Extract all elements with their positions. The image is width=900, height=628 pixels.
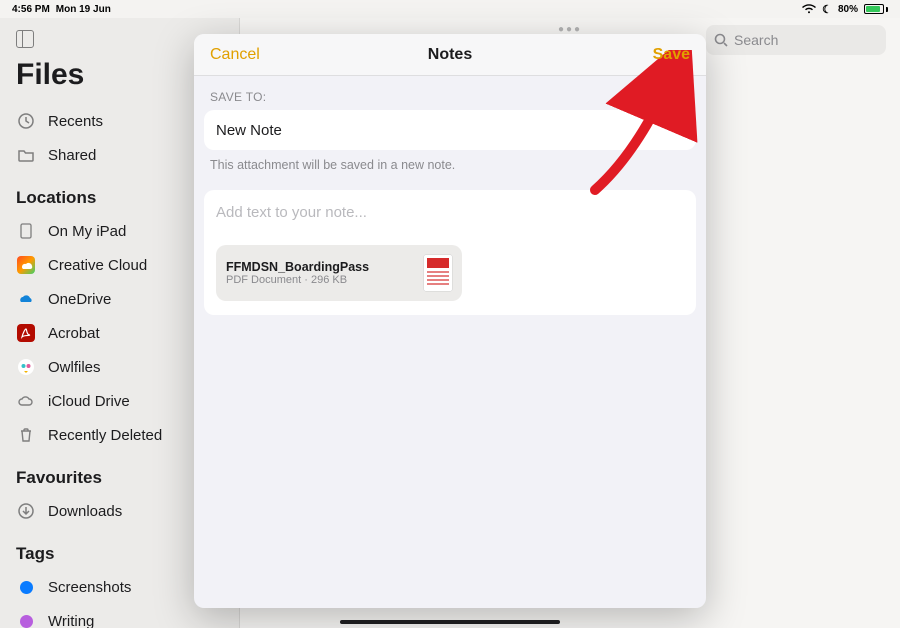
save-to-row[interactable]: New Note › <box>204 110 696 150</box>
battery-icon <box>864 4 888 14</box>
attachment-chip[interactable]: FFMDSN_BoardingPass PDF Document · 296 K… <box>216 245 462 301</box>
sidebar-item-label: Screenshots <box>48 579 131 596</box>
icloud-icon <box>16 391 36 411</box>
battery-pct: 80% <box>838 4 858 15</box>
attachment-subtitle: PDF Document · 296 KB <box>226 274 414 286</box>
download-icon <box>16 501 36 521</box>
sidebar-item-label: Downloads <box>48 503 122 520</box>
wifi-icon <box>802 4 816 14</box>
acrobat-icon <box>16 323 36 343</box>
clock-icon <box>16 111 36 131</box>
sidebar-item-label: OneDrive <box>48 291 111 308</box>
sidebar-item-label: iCloud Drive <box>48 393 130 410</box>
save-hint: This attachment will be saved in a new n… <box>204 150 696 172</box>
folder-person-icon <box>16 145 36 165</box>
search-icon <box>714 33 728 47</box>
cancel-button[interactable]: Cancel <box>210 46 260 64</box>
sidebar-item-label: Recently Deleted <box>48 427 162 444</box>
status-time: 4:56 PM <box>12 4 50 15</box>
onedrive-icon <box>16 289 36 309</box>
do-not-disturb-icon: ☾ <box>822 3 832 16</box>
save-button[interactable]: Save <box>653 46 690 64</box>
search-placeholder: Search <box>734 32 778 48</box>
sidebar-item-label: Shared <box>48 147 96 164</box>
note-text-input[interactable] <box>216 204 684 226</box>
modal-title: Notes <box>194 46 706 64</box>
modal-header: Cancel Notes Save <box>194 34 706 76</box>
status-date: Mon 19 Jun <box>56 4 111 15</box>
toggle-sidebar-icon[interactable] <box>16 30 34 48</box>
sidebar-item-label: Writing <box>48 613 94 628</box>
sidebar-item-label: Recents <box>48 113 103 130</box>
tag-dot-icon <box>20 581 33 594</box>
sidebar-item-label: On My iPad <box>48 223 126 240</box>
status-bar: 4:56 PM Mon 19 Jun ☾ 80% <box>0 0 900 18</box>
home-indicator[interactable] <box>340 620 560 624</box>
sidebar-item-label: Creative Cloud <box>48 257 147 274</box>
sidebar-item-label: Owlfiles <box>48 359 101 376</box>
chevron-right-icon: › <box>678 120 684 141</box>
trash-icon <box>16 425 36 445</box>
attachment-filename: FFMDSN_BoardingPass <box>226 260 414 274</box>
attachment-thumbnail <box>424 255 452 291</box>
owlfiles-icon <box>16 357 36 377</box>
search-field[interactable]: Search <box>706 25 886 55</box>
tag-dot-icon <box>20 615 33 628</box>
creative-cloud-icon <box>16 255 36 275</box>
ipad-icon <box>16 221 36 241</box>
save-to-label: SAVE TO: <box>204 90 696 110</box>
note-compose-card: FFMDSN_BoardingPass PDF Document · 296 K… <box>204 190 696 315</box>
sidebar-item-label: Acrobat <box>48 325 100 342</box>
save-to-value: New Note <box>216 122 282 139</box>
share-to-notes-modal: Cancel Notes Save SAVE TO: New Note › Th… <box>194 34 706 608</box>
